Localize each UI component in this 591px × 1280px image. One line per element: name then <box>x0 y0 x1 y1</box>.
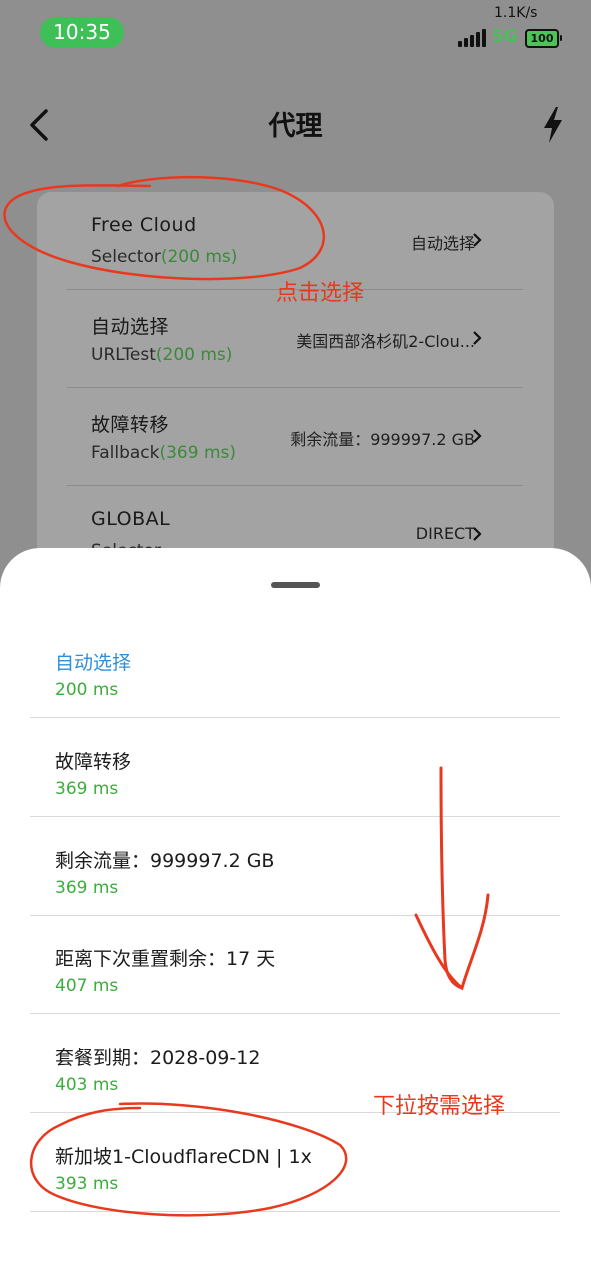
proxy-option[interactable]: 故障转移 369 ms <box>30 719 560 817</box>
group-latency: (200 ms) <box>160 247 238 267</box>
page-title: 代理 <box>268 111 323 142</box>
group-selected-node: 美国西部洛杉矶2-Clou... <box>296 332 475 351</box>
option-latency: 407 ms <box>55 976 119 996</box>
chevron-right-icon <box>473 233 482 247</box>
battery-level: 100 <box>530 32 554 45</box>
option-latency: 369 ms <box>55 878 119 898</box>
divider <box>30 717 560 718</box>
proxy-option[interactable]: 剩余流量：999997.2 GB 369 ms <box>30 818 560 916</box>
option-latency: 403 ms <box>55 1075 119 1095</box>
lightning-bolt-icon[interactable] <box>540 106 566 144</box>
group-name: Free Cloud <box>91 214 197 236</box>
annotation-click-note: 点击选择 <box>276 281 365 306</box>
group-name: 自动选择 <box>91 316 170 338</box>
battery-icon: 100 <box>525 29 562 48</box>
option-name: 故障转移 <box>55 751 132 773</box>
proxy-option[interactable]: 距离下次重置剩余：17 天 407 ms <box>30 916 560 1014</box>
group-latency: (369 ms) <box>159 443 237 463</box>
option-name: 新加坡1-CloudflareCDN | 1x <box>55 1146 312 1168</box>
group-type: Selector(200 ms) <box>91 247 237 267</box>
group-latency: (200 ms) <box>155 345 233 365</box>
status-time: 10:35 <box>40 17 124 48</box>
option-name: 套餐到期：2028-09-12 <box>55 1047 261 1069</box>
group-type-label: Selector <box>91 247 161 267</box>
annotation-pull-note: 下拉按需选择 <box>373 1094 506 1119</box>
chevron-right-icon <box>473 429 482 443</box>
proxy-group-row[interactable]: 故障转移 Fallback(369 ms) 剩余流量：999997.2 GB <box>67 388 523 486</box>
network-speed: 1.1K/s <box>494 5 538 21</box>
group-type-label: Fallback <box>91 443 160 463</box>
divider <box>30 816 560 817</box>
network-type: 5G <box>492 27 518 47</box>
bottom-sheet: 自动选择 200 ms 故障转移 369 ms 剩余流量：999997.2 GB… <box>0 548 591 1280</box>
option-latency: 200 ms <box>55 680 119 700</box>
group-name: GLOBAL <box>91 508 171 530</box>
group-type: Fallback(369 ms) <box>91 443 236 463</box>
option-name: 剩余流量：999997.2 GB <box>55 850 275 872</box>
divider <box>30 1211 560 1212</box>
sheet-drag-handle[interactable] <box>271 582 320 588</box>
chevron-right-icon <box>473 527 482 541</box>
chevron-right-icon <box>473 331 482 345</box>
option-name: 自动选择 <box>55 652 132 674</box>
divider <box>30 1013 560 1014</box>
group-type-label: URLTest <box>91 345 156 365</box>
option-name: 距离下次重置剩余：17 天 <box>55 948 276 970</box>
group-selected-node: 剩余流量：999997.2 GB <box>290 430 475 449</box>
signal-strength-icon <box>458 29 486 47</box>
group-selected-node: 自动选择 <box>410 234 475 253</box>
group-type: URLTest(200 ms) <box>91 345 232 365</box>
proxy-option[interactable]: 自动选择 200 ms <box>30 620 560 718</box>
option-latency: 393 ms <box>55 1174 119 1194</box>
group-name: 故障转移 <box>91 414 170 436</box>
proxy-option[interactable]: 新加坡1-CloudflareCDN | 1x 393 ms <box>30 1114 560 1212</box>
option-latency: 369 ms <box>55 779 119 799</box>
group-selected-node: DIRECT <box>415 524 475 543</box>
